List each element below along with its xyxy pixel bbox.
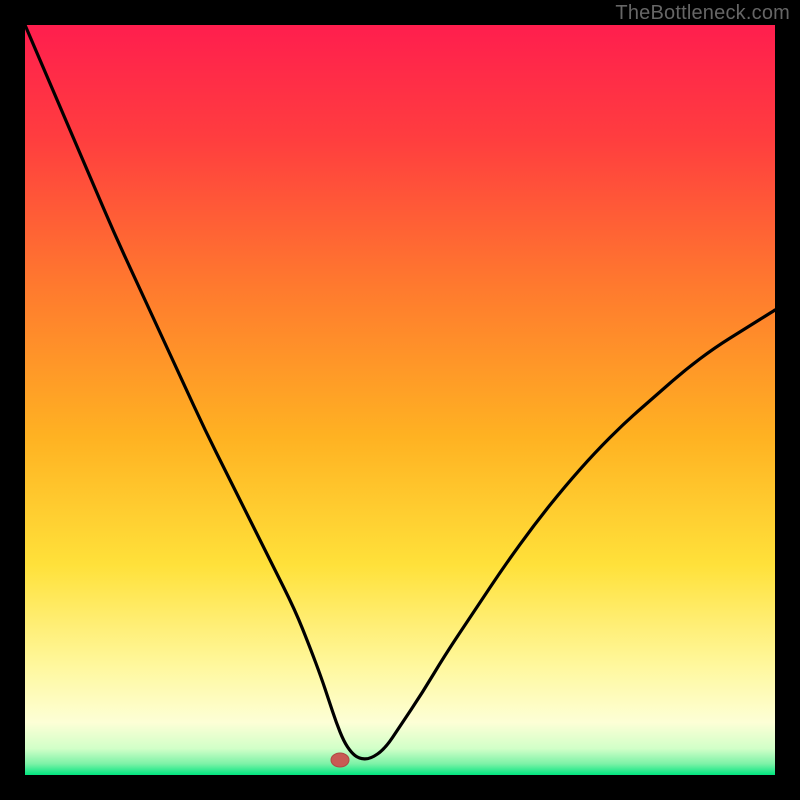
optimal-point-marker xyxy=(331,753,349,767)
chart-frame: TheBottleneck.com xyxy=(0,0,800,800)
gradient-background xyxy=(25,25,775,775)
plot-area xyxy=(25,25,775,775)
bottleneck-chart xyxy=(25,25,775,775)
watermark-label: TheBottleneck.com xyxy=(615,2,790,25)
